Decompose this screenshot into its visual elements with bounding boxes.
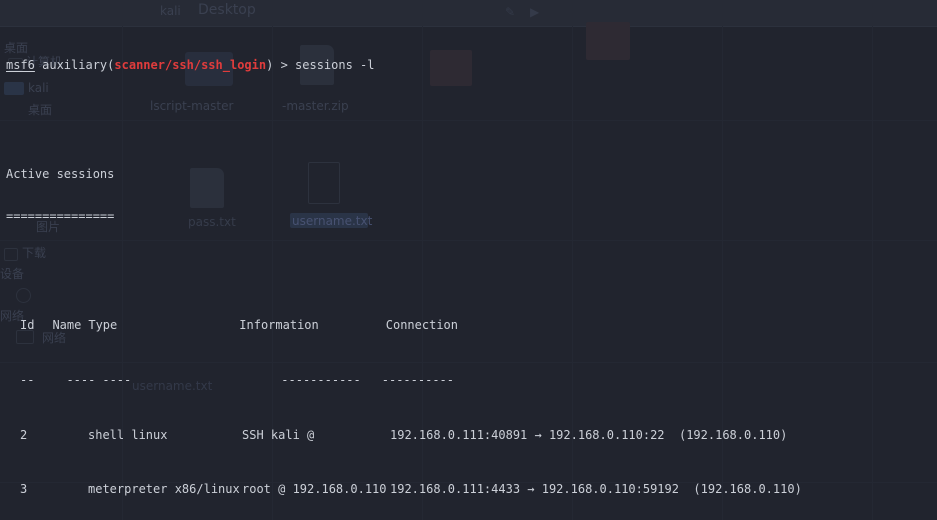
table-row[interactable]: 2 shell linux SSH kali @ 192.168.0.111:4089… [6, 427, 937, 443]
module-prefix: auxiliary( [34, 57, 115, 72]
sessions-header-id: Id [20, 318, 35, 333]
sessions-header-information: Information [239, 318, 319, 333]
table-row[interactable]: 3 meterpreter x86/linux root @ 192.168.0.1… [6, 483, 937, 497]
active-sessions-rule: =============== [6, 208, 115, 223]
active-sessions-title: Active sessions [6, 167, 115, 182]
typed-command-sessions-list: sessions -l [295, 57, 375, 72]
sessions-table-header: Id Name Type Information Connection [6, 318, 937, 333]
sessions-header-type: Type [88, 318, 118, 333]
rule-id: -- [20, 372, 35, 387]
session-type: shell linux [88, 427, 168, 442]
terminal-output[interactable]: msf6 auxiliary(scanner/ssh/ssh_login) > … [0, 0, 937, 520]
rule-connection: ---------- [381, 372, 454, 387]
prompt-arrow: > [273, 57, 296, 72]
terminal-window[interactable]: kali Desktop ✎ ▶ 桌面 计算机 kali 桌面 下载 设备 网络… [0, 0, 937, 520]
session-information: root @ 192.168.0.110 [242, 482, 387, 497]
rule-information: ----------- [281, 372, 361, 387]
session-id: 2 [20, 427, 28, 442]
shell-name: msf6 [6, 57, 35, 72]
rule-type: ---- [102, 372, 132, 387]
session-connection: 192.168.0.111:4433 → 192.168.0.110:59192… [390, 482, 802, 497]
sessions-table-header-rule: -- ---- ---- ----------- ---------- [6, 372, 937, 388]
sessions-header-name: Name [52, 318, 82, 333]
module-path: scanner/ssh/ssh_login [114, 57, 267, 72]
sessions-header-connection: Connection [385, 318, 458, 333]
session-connection: 192.168.0.111:40891 → 192.168.0.110:22 (… [390, 427, 788, 442]
session-id: 3 [20, 482, 28, 497]
rule-name: ---- [66, 372, 96, 387]
session-type: meterpreter x86/linux [88, 482, 240, 497]
session-information: SSH kali @ [242, 427, 315, 442]
prompt-line-sessions-list: msf6 auxiliary(scanner/ssh/ssh_login) > … [6, 57, 937, 73]
